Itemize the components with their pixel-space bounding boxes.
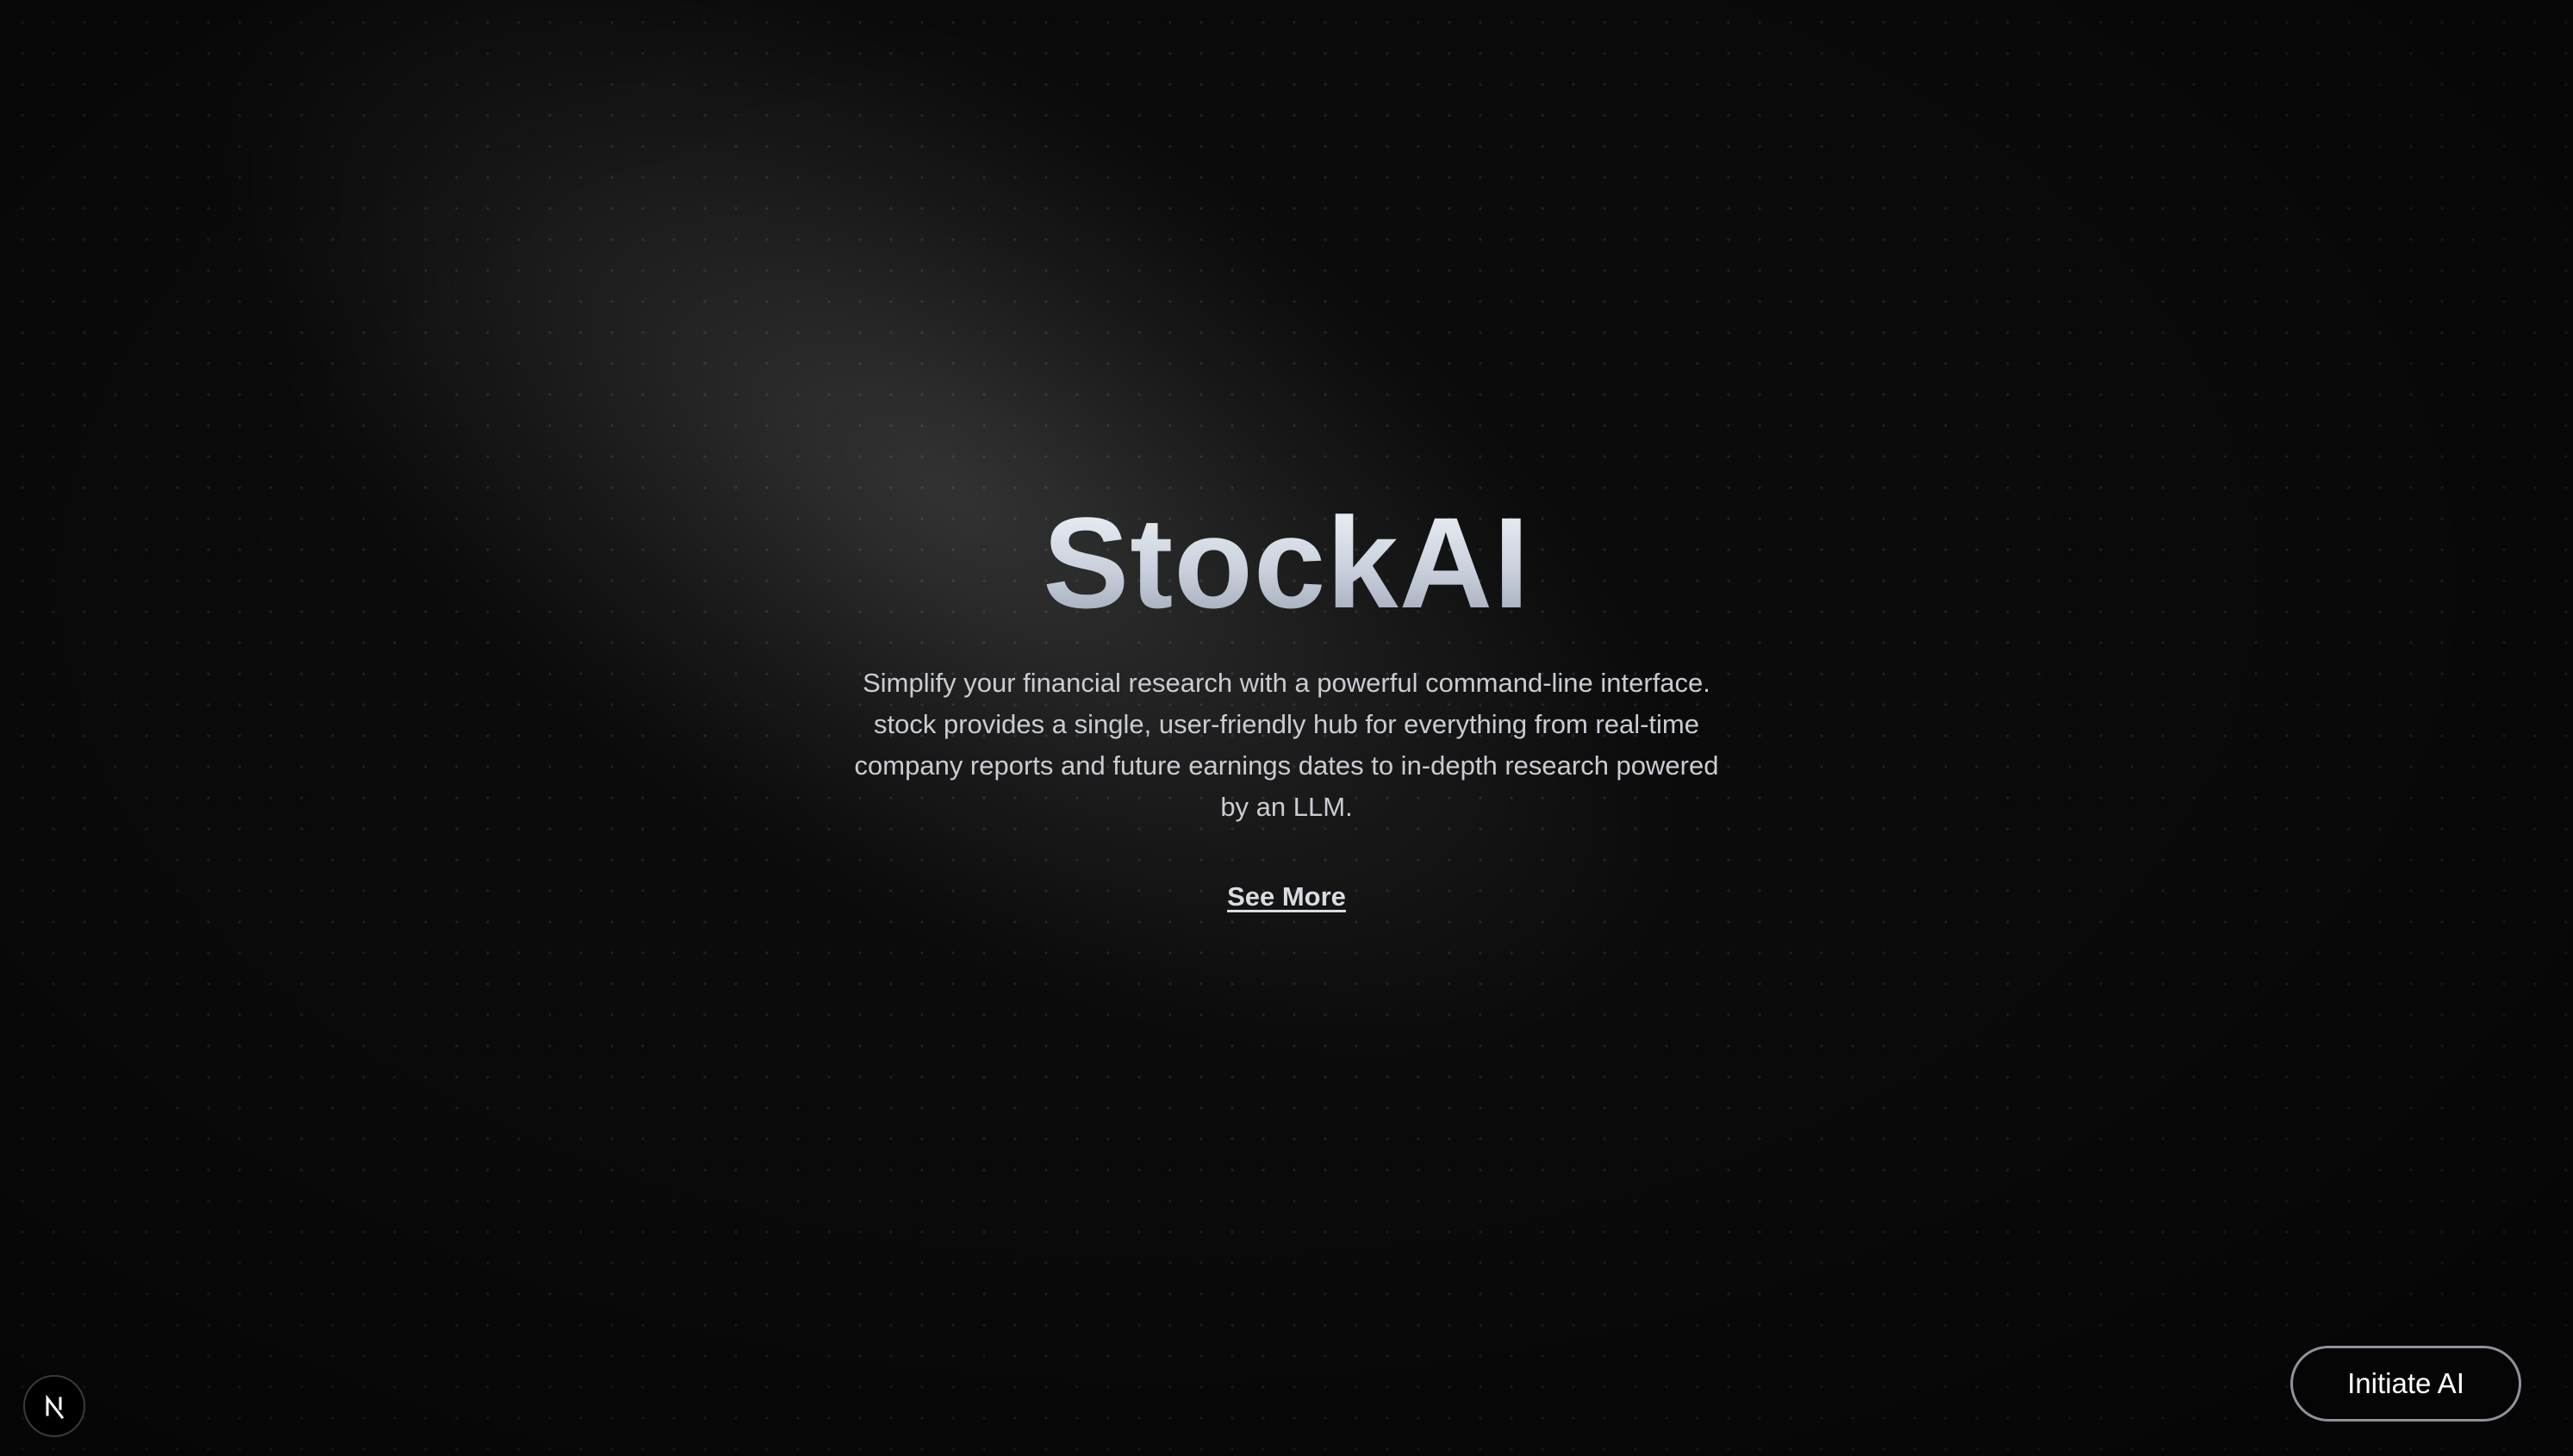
initiate-ai-button[interactable]: Initiate AI — [2290, 1346, 2521, 1422]
hero-title: StockAI — [1043, 490, 1530, 635]
nextjs-logo-icon — [46, 1394, 65, 1420]
landing-page: StockAI Simplify your financial research… — [0, 0, 2573, 1456]
nextjs-dev-badge[interactable] — [23, 1375, 85, 1437]
see-more-link[interactable]: See More — [1227, 881, 1346, 912]
hero-description: Simplify your financial research with a … — [854, 667, 1719, 822]
hero-section: StockAI Simplify your financial research… — [0, 495, 2573, 912]
